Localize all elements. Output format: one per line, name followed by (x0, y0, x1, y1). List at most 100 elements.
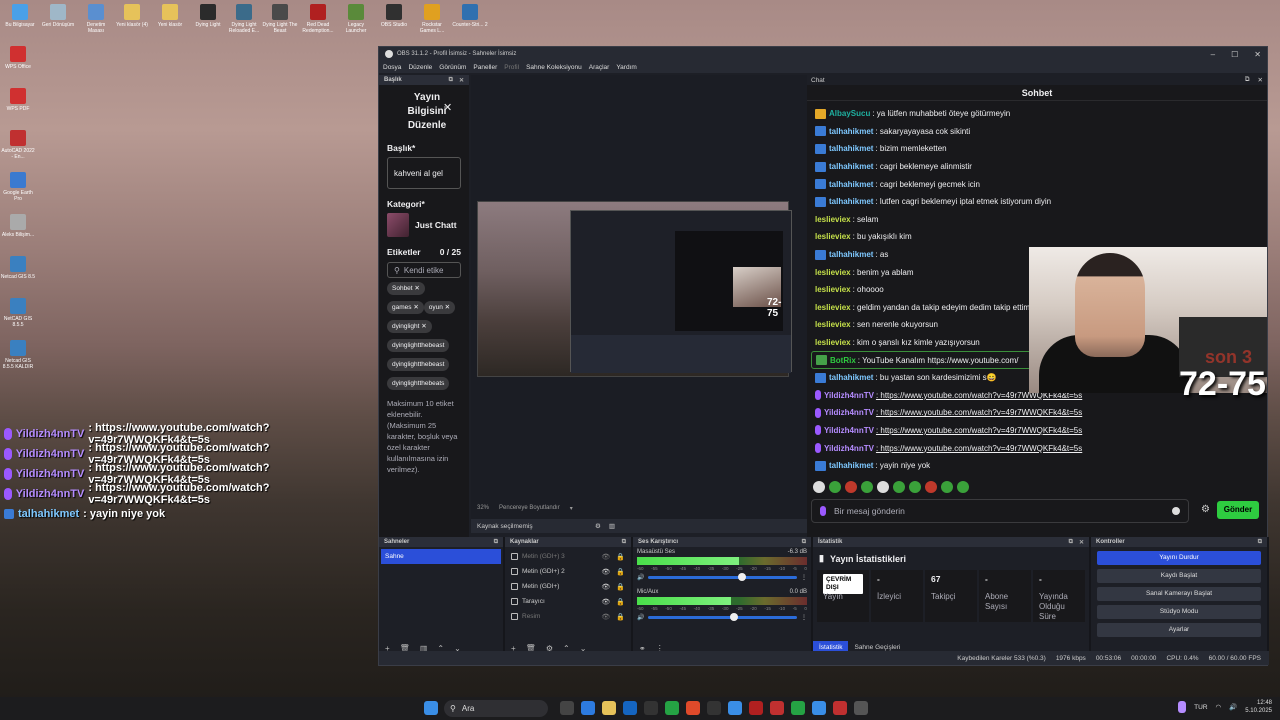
wifi-icon[interactable]: ◠ (1216, 703, 1222, 711)
preview-canvas[interactable]: 72-75 (471, 75, 807, 519)
tag-chip[interactable]: dyinglightthebeast (387, 358, 450, 371)
dock-close-icon[interactable]: ✕ (459, 77, 464, 84)
volume-icon[interactable]: 🔊 (1229, 703, 1237, 711)
start-icon[interactable] (424, 701, 438, 715)
maximize-icon[interactable]: ☐ (1231, 50, 1238, 59)
fader-knob[interactable] (730, 613, 739, 621)
chat-username[interactable]: BotRix (830, 356, 856, 365)
desktop-icon[interactable]: Legacy Launcher (338, 0, 374, 34)
send-button[interactable]: Gönder (1217, 501, 1259, 519)
desktop-icon[interactable]: Denetim Masası (78, 0, 114, 34)
chat-username[interactable]: talhahikmet (829, 373, 873, 382)
menu-item-5[interactable]: Sahne Koleksiyonu (526, 64, 582, 71)
control-button[interactable]: Sanal Kamerayı Başlat (1097, 587, 1261, 601)
lock-icon[interactable]: 🔒 (616, 583, 625, 591)
more-icon[interactable]: ⋮ (801, 574, 807, 581)
scene-item[interactable]: Sahne (381, 549, 501, 564)
chat-username[interactable]: AlbaySucu (829, 109, 870, 118)
taskbar-app-icon[interactable] (728, 701, 742, 715)
control-button[interactable]: Ayarlar (1097, 623, 1261, 637)
taskbar-app-icon[interactable] (686, 701, 700, 715)
desktop-icon[interactable]: WPS PDF (0, 84, 36, 112)
chat-username[interactable]: leslieviex (815, 320, 851, 329)
volume-fader[interactable]: 🔊 ⋮ (637, 613, 807, 621)
desktop-icon[interactable]: WPS Office (0, 42, 36, 70)
chat-username[interactable]: leslieviex (815, 268, 851, 277)
filter-icon[interactable]: ▥ (609, 522, 615, 530)
chat-username[interactable]: talhahikmet (829, 127, 873, 136)
eye-icon[interactable]: 👁 (601, 613, 610, 621)
taskbar-app-icon[interactable] (707, 701, 721, 715)
chat-username[interactable]: leslieviex (815, 338, 851, 347)
chat-username[interactable]: leslieviex (815, 215, 851, 224)
emote-icon[interactable] (909, 481, 921, 493)
taskbar-app-icon[interactable] (770, 701, 784, 715)
float-icon[interactable]: ⧉ (1258, 539, 1262, 546)
eye-icon[interactable]: 👁 (601, 553, 610, 561)
taskbar-app-icon[interactable] (812, 701, 826, 715)
tag-chip[interactable]: Sohbet ✕ (387, 282, 425, 295)
chevron-down-icon[interactable]: ▾ (570, 505, 573, 512)
dock-close-icon[interactable]: ✕ (1258, 76, 1263, 84)
taskbar-app-icon[interactable] (833, 701, 847, 715)
zoom-level[interactable]: 32% (477, 505, 489, 511)
chat-username[interactable]: Yildizh4nnTV (824, 391, 874, 400)
source-item[interactable]: Metin (GDI+) 3 👁 🔒 (507, 549, 629, 564)
emote-bar[interactable] (813, 481, 969, 493)
menu-item-0[interactable]: Dosya (383, 64, 401, 71)
tag-chip[interactable]: dyinglightthebeast (387, 339, 450, 352)
desktop-icon[interactable]: Counter-Stri... 2 (452, 0, 488, 28)
source-item[interactable]: Metin (GDI+) 👁 🔒 (507, 579, 629, 594)
mic-icon[interactable] (1178, 701, 1187, 713)
more-icon[interactable]: ⋮ (801, 614, 807, 621)
clock[interactable]: 12:48 5.10.2025 (1245, 699, 1272, 715)
control-button[interactable]: Stüdyo Modu (1097, 605, 1261, 619)
source-item[interactable]: Resim 👁 🔒 (507, 609, 629, 624)
chat-username[interactable]: Yildizh4nnTV (824, 426, 874, 435)
menu-item-1[interactable]: Düzenle (408, 64, 432, 71)
desktop-icon[interactable]: Rockstar Games L... (414, 0, 450, 34)
minimize-icon[interactable]: – (1211, 50, 1215, 59)
desktop-icon[interactable]: Dying Light Reloaded E... (226, 0, 262, 34)
fit-window-option[interactable]: Pencereye Boyutlandır (499, 505, 560, 511)
emote-icon[interactable] (893, 481, 905, 493)
emoji-icon[interactable] (1172, 507, 1180, 515)
volume-fader[interactable]: 🔊 ⋮ (637, 573, 807, 581)
menu-item-4[interactable]: Profil (504, 64, 519, 71)
emote-icon[interactable] (845, 481, 857, 493)
taskbar-app-icon[interactable] (644, 701, 658, 715)
chat-username[interactable]: Yildizh4nnTV (824, 444, 874, 453)
control-button[interactable]: Kaydı Başlat (1097, 569, 1261, 583)
lock-icon[interactable]: 🔒 (616, 553, 625, 561)
chat-username[interactable]: Yildizh4nnTV (824, 408, 874, 417)
taskbar-app-icon[interactable] (791, 701, 805, 715)
lock-icon[interactable]: 🔒 (616, 568, 625, 576)
tag-chip[interactable]: oyun ✕ (423, 301, 456, 314)
tag-chip[interactable]: dyinglight ✕ (387, 320, 432, 333)
chat-username[interactable]: talhahikmet (829, 197, 873, 206)
speaker-icon[interactable]: 🔊 (637, 614, 644, 621)
eye-icon[interactable]: 👁 (601, 568, 610, 576)
taskbar-app-icon[interactable] (623, 701, 637, 715)
emote-icon[interactable] (813, 481, 825, 493)
chat-username[interactable]: talhahikmet (829, 461, 873, 470)
chat-username[interactable]: leslieviex (815, 303, 851, 312)
desktop-icon[interactable]: Yeni klasör (152, 0, 188, 28)
fader-track[interactable] (648, 613, 797, 621)
source-item[interactable]: Metin (GDI+) 2 👁 🔒 (507, 564, 629, 579)
float-icon[interactable]: ⧉ (802, 539, 806, 546)
desktop-icon[interactable]: Aleks Bilişim... (0, 210, 36, 238)
desktop-icon[interactable]: Google Earth Pro (0, 168, 36, 202)
desktop-icon[interactable]: Dying Light (190, 0, 226, 28)
source-item[interactable]: Tarayıcı 👁 🔒 (507, 594, 629, 609)
eye-icon[interactable]: 👁 (601, 583, 610, 591)
chat-username[interactable]: leslieviex (815, 232, 851, 241)
fader-knob[interactable] (737, 573, 746, 581)
taskbar-app-icon[interactable] (581, 701, 595, 715)
fader-track[interactable] (648, 573, 797, 581)
taskbar-search[interactable]: ⚲ Ara (444, 700, 548, 717)
lock-icon[interactable]: 🔒 (616, 598, 625, 606)
control-button[interactable]: Yayını Durdur (1097, 551, 1261, 565)
taskbar-app-icon[interactable] (665, 701, 679, 715)
title-input[interactable]: kahveni al gel (387, 157, 461, 189)
